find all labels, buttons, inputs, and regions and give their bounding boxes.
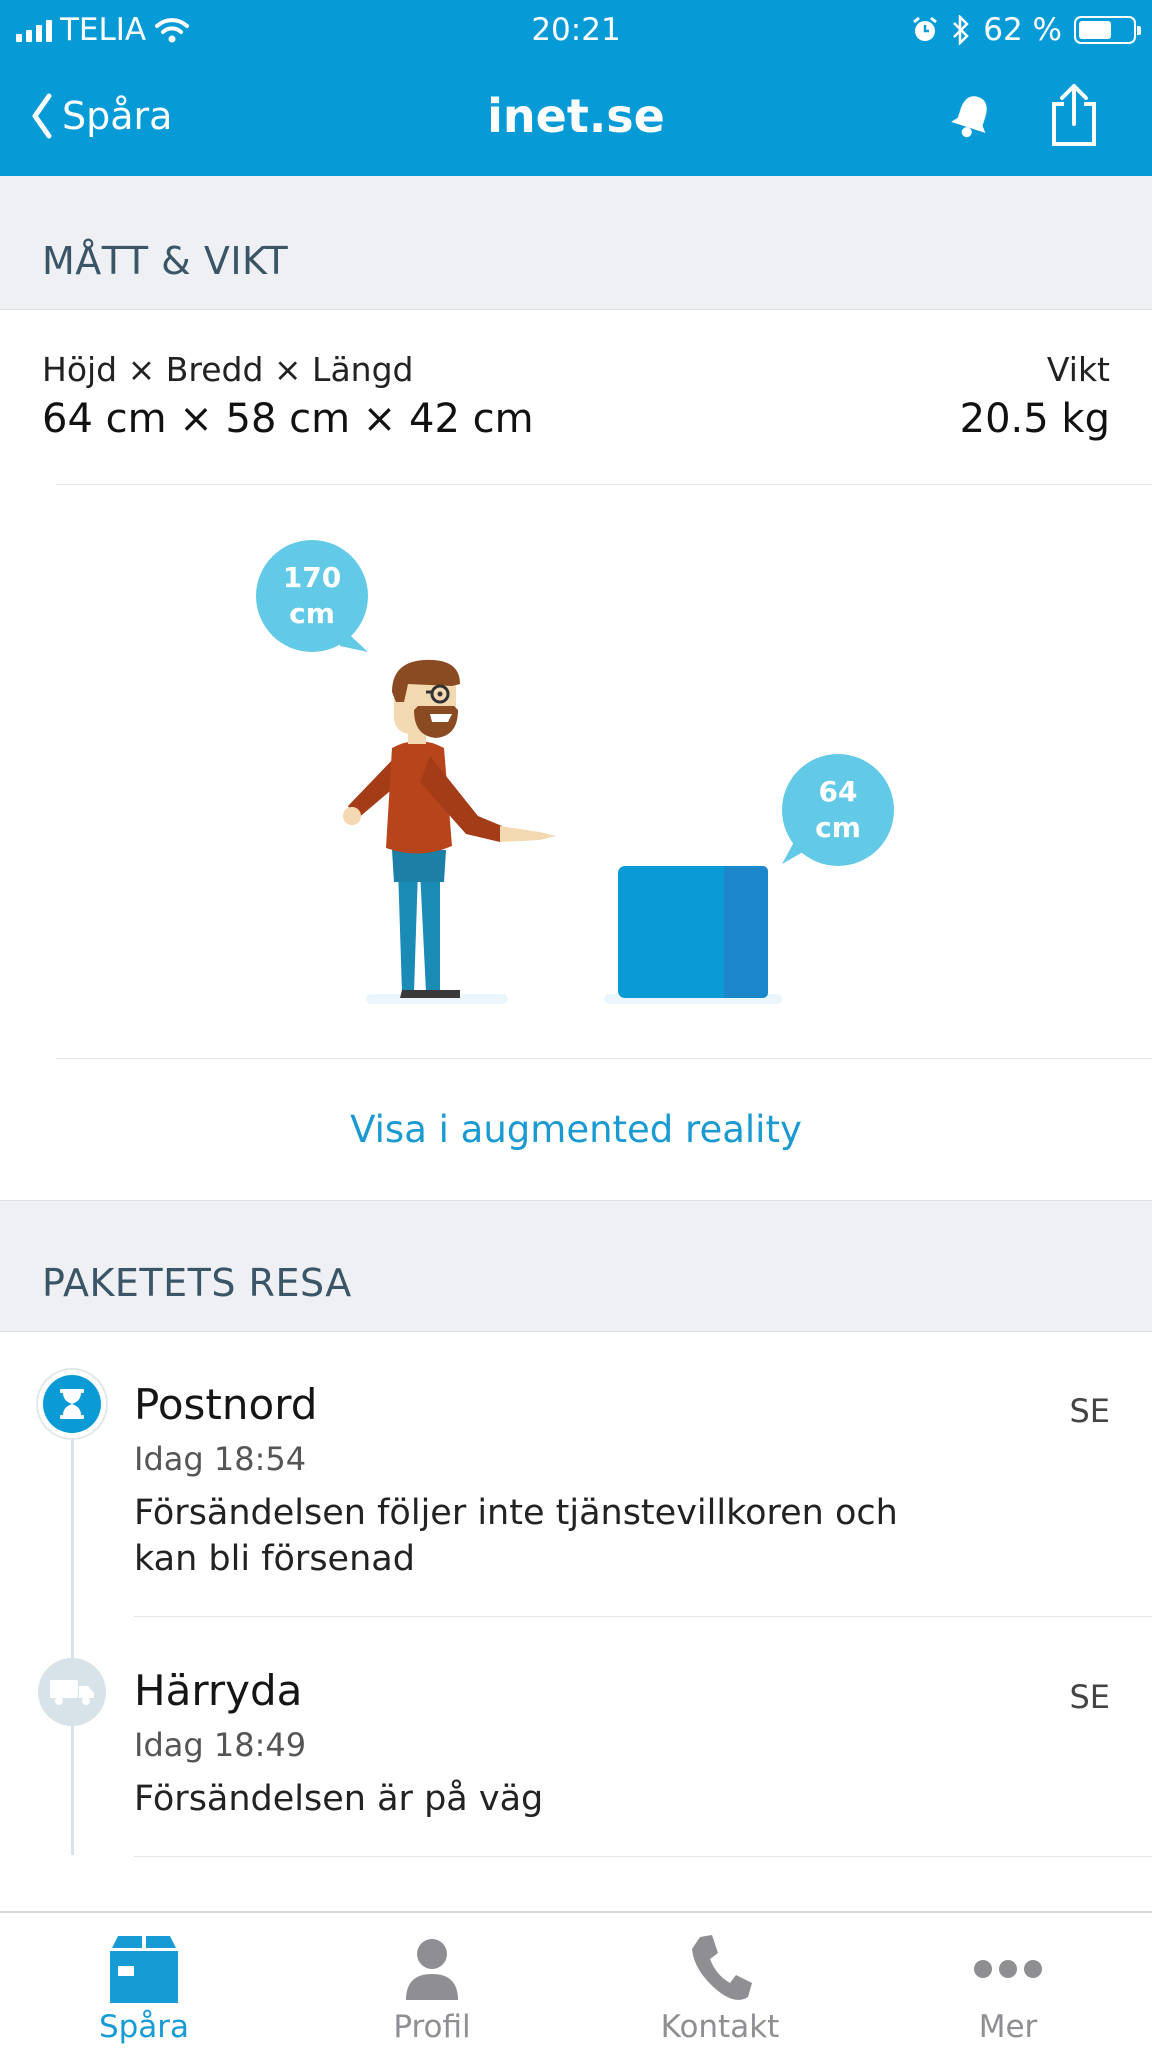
alarm-icon [913,16,938,41]
tab-label: Profil [393,2009,471,2045]
hourglass-icon [60,1389,84,1419]
tab-spara[interactable]: Spåra [0,1913,288,2048]
dimensions-value: 64 cm × 58 cm × 42 cm [42,396,534,442]
event-place: Härryda [134,1666,303,1715]
chevron-left-icon [32,93,52,139]
timeline-line [71,1410,74,1855]
event-time: Idag 18:49 [134,1726,307,1764]
section-title: PAKETETS RESA [42,1261,352,1305]
bubble-value: 64 [818,775,858,808]
tab-label: Spåra [98,2009,190,2045]
package-icon [110,1936,178,2003]
timeline-marker [38,1658,106,1726]
bluetooth-icon [953,15,970,45]
tab-profil[interactable]: Profil [288,1913,576,2048]
journey-section-header: PAKETETS RESA [0,1200,1152,1332]
battery-percent: 62 % [983,12,1062,48]
share-button[interactable] [1046,82,1102,148]
divider [134,1616,1152,1617]
measurements-section-header: MÅTT & VIKT [0,176,1152,310]
phone-icon [692,1935,752,2000]
weight-label: Vikt [1046,350,1110,389]
tab-label: Kontakt [660,2009,780,2045]
divider [134,1856,1152,1857]
divider [56,484,1152,485]
event-place: Postnord [134,1380,318,1429]
battery-icon [1074,16,1141,44]
package-height-bubble: 64 cm [782,754,894,866]
truck-icon [50,1680,94,1705]
back-label: Spåra [62,94,173,138]
weight-value: 20.5 kg [959,396,1110,442]
divider [56,1058,1152,1059]
event-message: Försändelsen är på väg [134,1779,544,1819]
tab-bar: Spåra Profil Kontakt Mer [0,1911,1152,2048]
more-icon [974,1960,1042,1978]
tab-kontakt[interactable]: Kontakt [576,1913,864,2048]
tab-label: Mer [978,2009,1038,2045]
event-country: SE [1069,1678,1110,1716]
tab-mer[interactable]: Mer [864,1913,1152,2048]
size-illustration: 170 cm 64 cm [0,486,1152,1058]
timeline-marker [38,1370,106,1438]
bubble-unit: cm [815,811,861,844]
event-message: Försändelsen följer inte tjänstevillkore… [134,1493,898,1579]
notification-button[interactable] [944,88,1000,144]
share-icon [1052,84,1096,146]
dimensions-label: Höjd × Bredd × Längd [42,350,414,389]
back-button[interactable]: Spåra [30,88,172,144]
event-country: SE [1069,1392,1110,1430]
person-icon [406,1939,458,2000]
augmented-reality-link[interactable]: Visa i augmented reality [0,1105,1152,1155]
event-time: Idag 18:54 [134,1440,307,1478]
status-right: 62 % [911,8,1141,52]
top-bar: TELIA 20:21 62 % Spåra inet.se [0,0,1152,176]
illustration-art [340,626,810,1004]
bell-icon [951,96,987,138]
section-title: MÅTT & VIKT [42,239,289,283]
